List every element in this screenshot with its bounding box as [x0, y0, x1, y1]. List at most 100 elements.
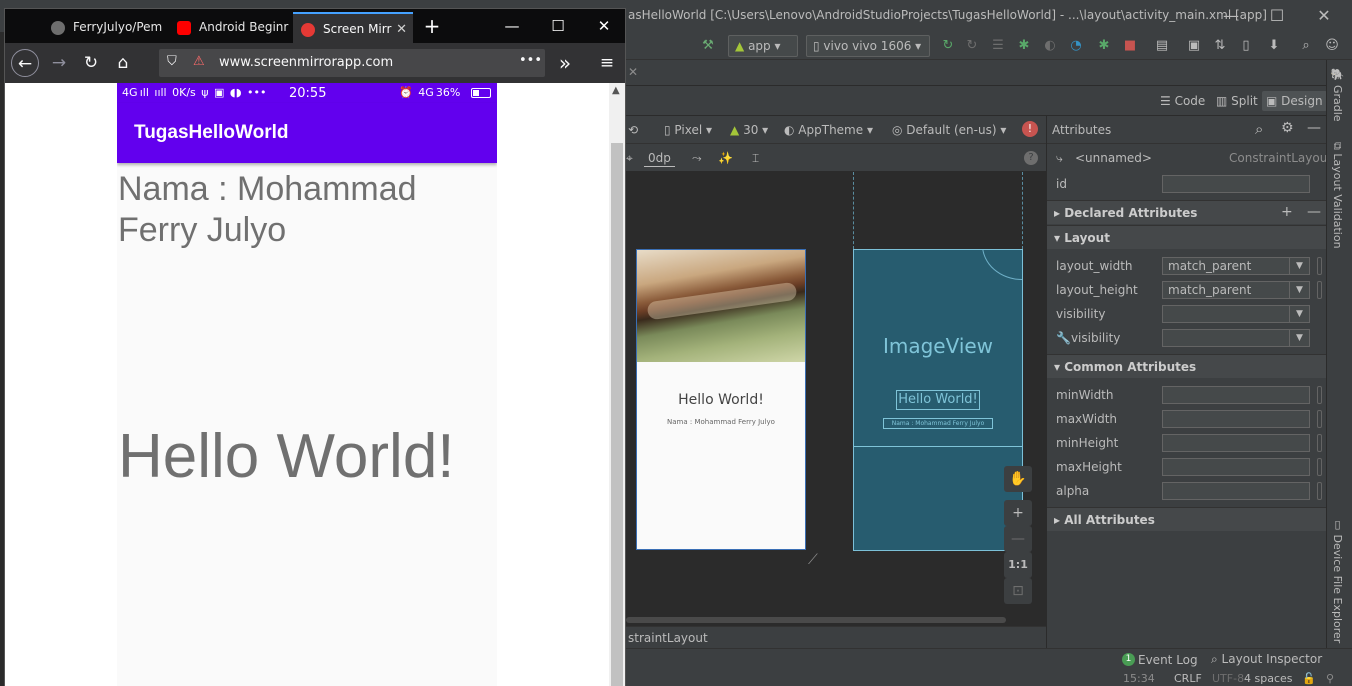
- layout-height-select[interactable]: match_parent ▼: [1162, 281, 1310, 299]
- project-structure-icon[interactable]: ▤: [1154, 38, 1170, 54]
- shield-icon[interactable]: ⛉: [167, 54, 177, 69]
- design-mode-button[interactable]: ▣ Design: [1262, 91, 1327, 111]
- stop-icon[interactable]: ■: [1122, 38, 1138, 54]
- tab-github[interactable]: FerryJulyo/Pem: [43, 12, 163, 43]
- maximize-button[interactable]: ☐: [1260, 4, 1294, 28]
- resize-handle-icon[interactable]: ⟋: [808, 552, 818, 568]
- error-icon[interactable]: !: [1022, 121, 1038, 137]
- notifications-icon[interactable]: ⚲: [1326, 672, 1334, 685]
- canvas-horizontal-scrollbar[interactable]: [626, 614, 1046, 626]
- scrollbar-thumb[interactable]: [626, 617, 1006, 623]
- all-attributes-section[interactable]: ▸ All Attributes: [1047, 507, 1327, 531]
- minheight-resource-picker[interactable]: [1317, 434, 1322, 452]
- zoom-fit-icon[interactable]: ⊡: [1004, 578, 1032, 604]
- preview-hello-text[interactable]: Hello World!: [637, 392, 805, 408]
- device-select[interactable]: ▯ vivo vivo 1606 ▾: [806, 35, 930, 57]
- device-preview-select[interactable]: ▯ Pixel ▾: [664, 121, 712, 139]
- clear-constraints-icon[interactable]: ⤳: [692, 149, 702, 167]
- device-file-explorer-tool-button[interactable]: ▯ Device File Explorer: [1331, 518, 1344, 643]
- layout-inspector-button[interactable]: ⌕ Layout Inspector: [1211, 652, 1322, 667]
- guidelines-icon[interactable]: ⌶: [752, 149, 759, 167]
- minimize-button[interactable]: —: [1214, 4, 1248, 28]
- layout-width-select[interactable]: match_parent ▼: [1162, 257, 1310, 275]
- indent-setting[interactable]: 4 spaces: [1244, 672, 1293, 685]
- browser-close-button[interactable]: ✕: [589, 15, 619, 37]
- url-text[interactable]: www.screenmirrorapp.com: [219, 55, 393, 70]
- scroll-up-icon[interactable]: ▲: [612, 85, 620, 96]
- list-icon[interactable]: ☰: [990, 38, 1006, 54]
- close-tab-icon[interactable]: ✕: [396, 14, 407, 43]
- gradle-tool-button[interactable]: 🐘 Gradle: [1331, 68, 1344, 122]
- alpha-field[interactable]: [1162, 482, 1310, 500]
- layout-width-resource-picker[interactable]: [1317, 257, 1322, 275]
- overflow-button[interactable]: »: [551, 49, 579, 77]
- pan-hand-icon[interactable]: ✋: [1004, 466, 1032, 492]
- remove-attribute-icon[interactable]: —: [1307, 204, 1321, 220]
- account-icon[interactable]: ☺: [1324, 38, 1340, 54]
- tab-screen-mirror[interactable]: Screen Mirr ✕: [293, 12, 413, 43]
- page-actions-button[interactable]: •••: [519, 53, 542, 68]
- new-tab-button[interactable]: +: [417, 15, 447, 37]
- maxwidth-resource-picker[interactable]: [1317, 410, 1322, 428]
- zoom-one-to-one-button[interactable]: 1:1: [1004, 552, 1032, 578]
- back-button[interactable]: ←: [11, 49, 39, 77]
- layout-validation-tool-button[interactable]: ⧉ Layout Validation: [1331, 142, 1344, 249]
- declared-attributes-section[interactable]: ▸ Declared Attributes + —: [1047, 200, 1327, 224]
- browser-minimize-button[interactable]: —: [497, 15, 527, 37]
- lock-icon[interactable]: 🔓: [1302, 672, 1316, 685]
- code-mode-button[interactable]: ☰ Code: [1156, 91, 1209, 111]
- tab-youtube[interactable]: Android Beginr: [169, 12, 289, 43]
- common-attributes-section[interactable]: ▾ Common Attributes: [1047, 354, 1327, 378]
- infer-constraints-icon[interactable]: ✨: [718, 149, 733, 167]
- help-icon[interactable]: ?: [1024, 151, 1038, 165]
- attributes-settings-icon[interactable]: ⚙: [1281, 120, 1294, 136]
- minwidth-field[interactable]: [1162, 386, 1310, 404]
- zoom-in-button[interactable]: +: [1004, 500, 1032, 526]
- minwidth-resource-picker[interactable]: [1317, 386, 1322, 404]
- reload-button[interactable]: ↻: [77, 49, 105, 77]
- maxheight-field[interactable]: [1162, 458, 1310, 476]
- event-log-button[interactable]: Event Log: [1138, 653, 1198, 667]
- line-separator[interactable]: CRLF: [1174, 672, 1202, 685]
- attributes-collapse-icon[interactable]: —: [1307, 120, 1321, 136]
- browser-maximize-button[interactable]: ☐: [543, 15, 573, 37]
- run-config-select[interactable]: ▲ app ▾: [728, 35, 798, 57]
- browser-scrollbar-thumb[interactable]: [611, 143, 623, 686]
- tools-visibility-select[interactable]: ▼: [1162, 329, 1310, 347]
- default-margin-select[interactable]: 0dp: [644, 149, 675, 167]
- layout-height-resource-picker[interactable]: [1317, 281, 1322, 299]
- preview-image[interactable]: [637, 250, 805, 362]
- url-bar[interactable]: ⛉ ⚠ www.screenmirrorapp.com •••: [159, 49, 545, 77]
- close-button[interactable]: ✕: [1307, 4, 1341, 28]
- component-breadcrumb[interactable]: straintLayout: [626, 626, 1046, 648]
- blueprint-nama-box[interactable]: Nama : Mohammad Ferry Julyo: [883, 418, 993, 429]
- maxwidth-field[interactable]: [1162, 410, 1310, 428]
- preview-nama-text[interactable]: Nama : Mohammad Ferry Julyo: [637, 418, 805, 426]
- device-manager-icon[interactable]: ▯: [1238, 38, 1254, 54]
- maxheight-resource-picker[interactable]: [1317, 458, 1322, 476]
- attributes-search-icon[interactable]: ⌕: [1255, 120, 1263, 138]
- apply-code-changes-icon[interactable]: ↻: [964, 38, 980, 54]
- minheight-field[interactable]: [1162, 434, 1310, 452]
- visibility-select[interactable]: ▼: [1162, 305, 1310, 323]
- add-attribute-icon[interactable]: +: [1281, 204, 1293, 220]
- apply-changes-icon[interactable]: ↻: [940, 38, 956, 54]
- orientation-icon[interactable]: ⟲: [628, 121, 638, 139]
- layout-section[interactable]: ▾ Layout: [1047, 225, 1327, 249]
- caret-position[interactable]: 15:34: [1123, 672, 1155, 685]
- menu-button[interactable]: ≡: [593, 49, 621, 77]
- avd-manager-icon[interactable]: ▣: [1186, 38, 1202, 54]
- search-icon[interactable]: ⌕: [1298, 38, 1314, 54]
- blueprint-imageview-label[interactable]: ImageView: [854, 334, 1022, 358]
- forward-button[interactable]: →: [45, 49, 73, 77]
- attach-process-icon[interactable]: ✱: [1096, 38, 1112, 54]
- theme-select[interactable]: ◐ AppTheme ▾: [784, 121, 873, 139]
- home-button[interactable]: ⌂: [109, 49, 137, 77]
- blueprint-screen[interactable]: ImageView Hello World! Nama : Mohammad F…: [853, 249, 1023, 551]
- blueprint-hello-box[interactable]: Hello World!: [896, 390, 980, 410]
- close-tab-icon[interactable]: ✕: [628, 65, 638, 79]
- build-hammer-icon[interactable]: ⚒: [700, 38, 716, 54]
- debug-icon[interactable]: ✱: [1016, 38, 1032, 54]
- sync-gradle-icon[interactable]: ⇅: [1212, 38, 1228, 54]
- insecure-lock-icon[interactable]: ⚠: [193, 54, 205, 69]
